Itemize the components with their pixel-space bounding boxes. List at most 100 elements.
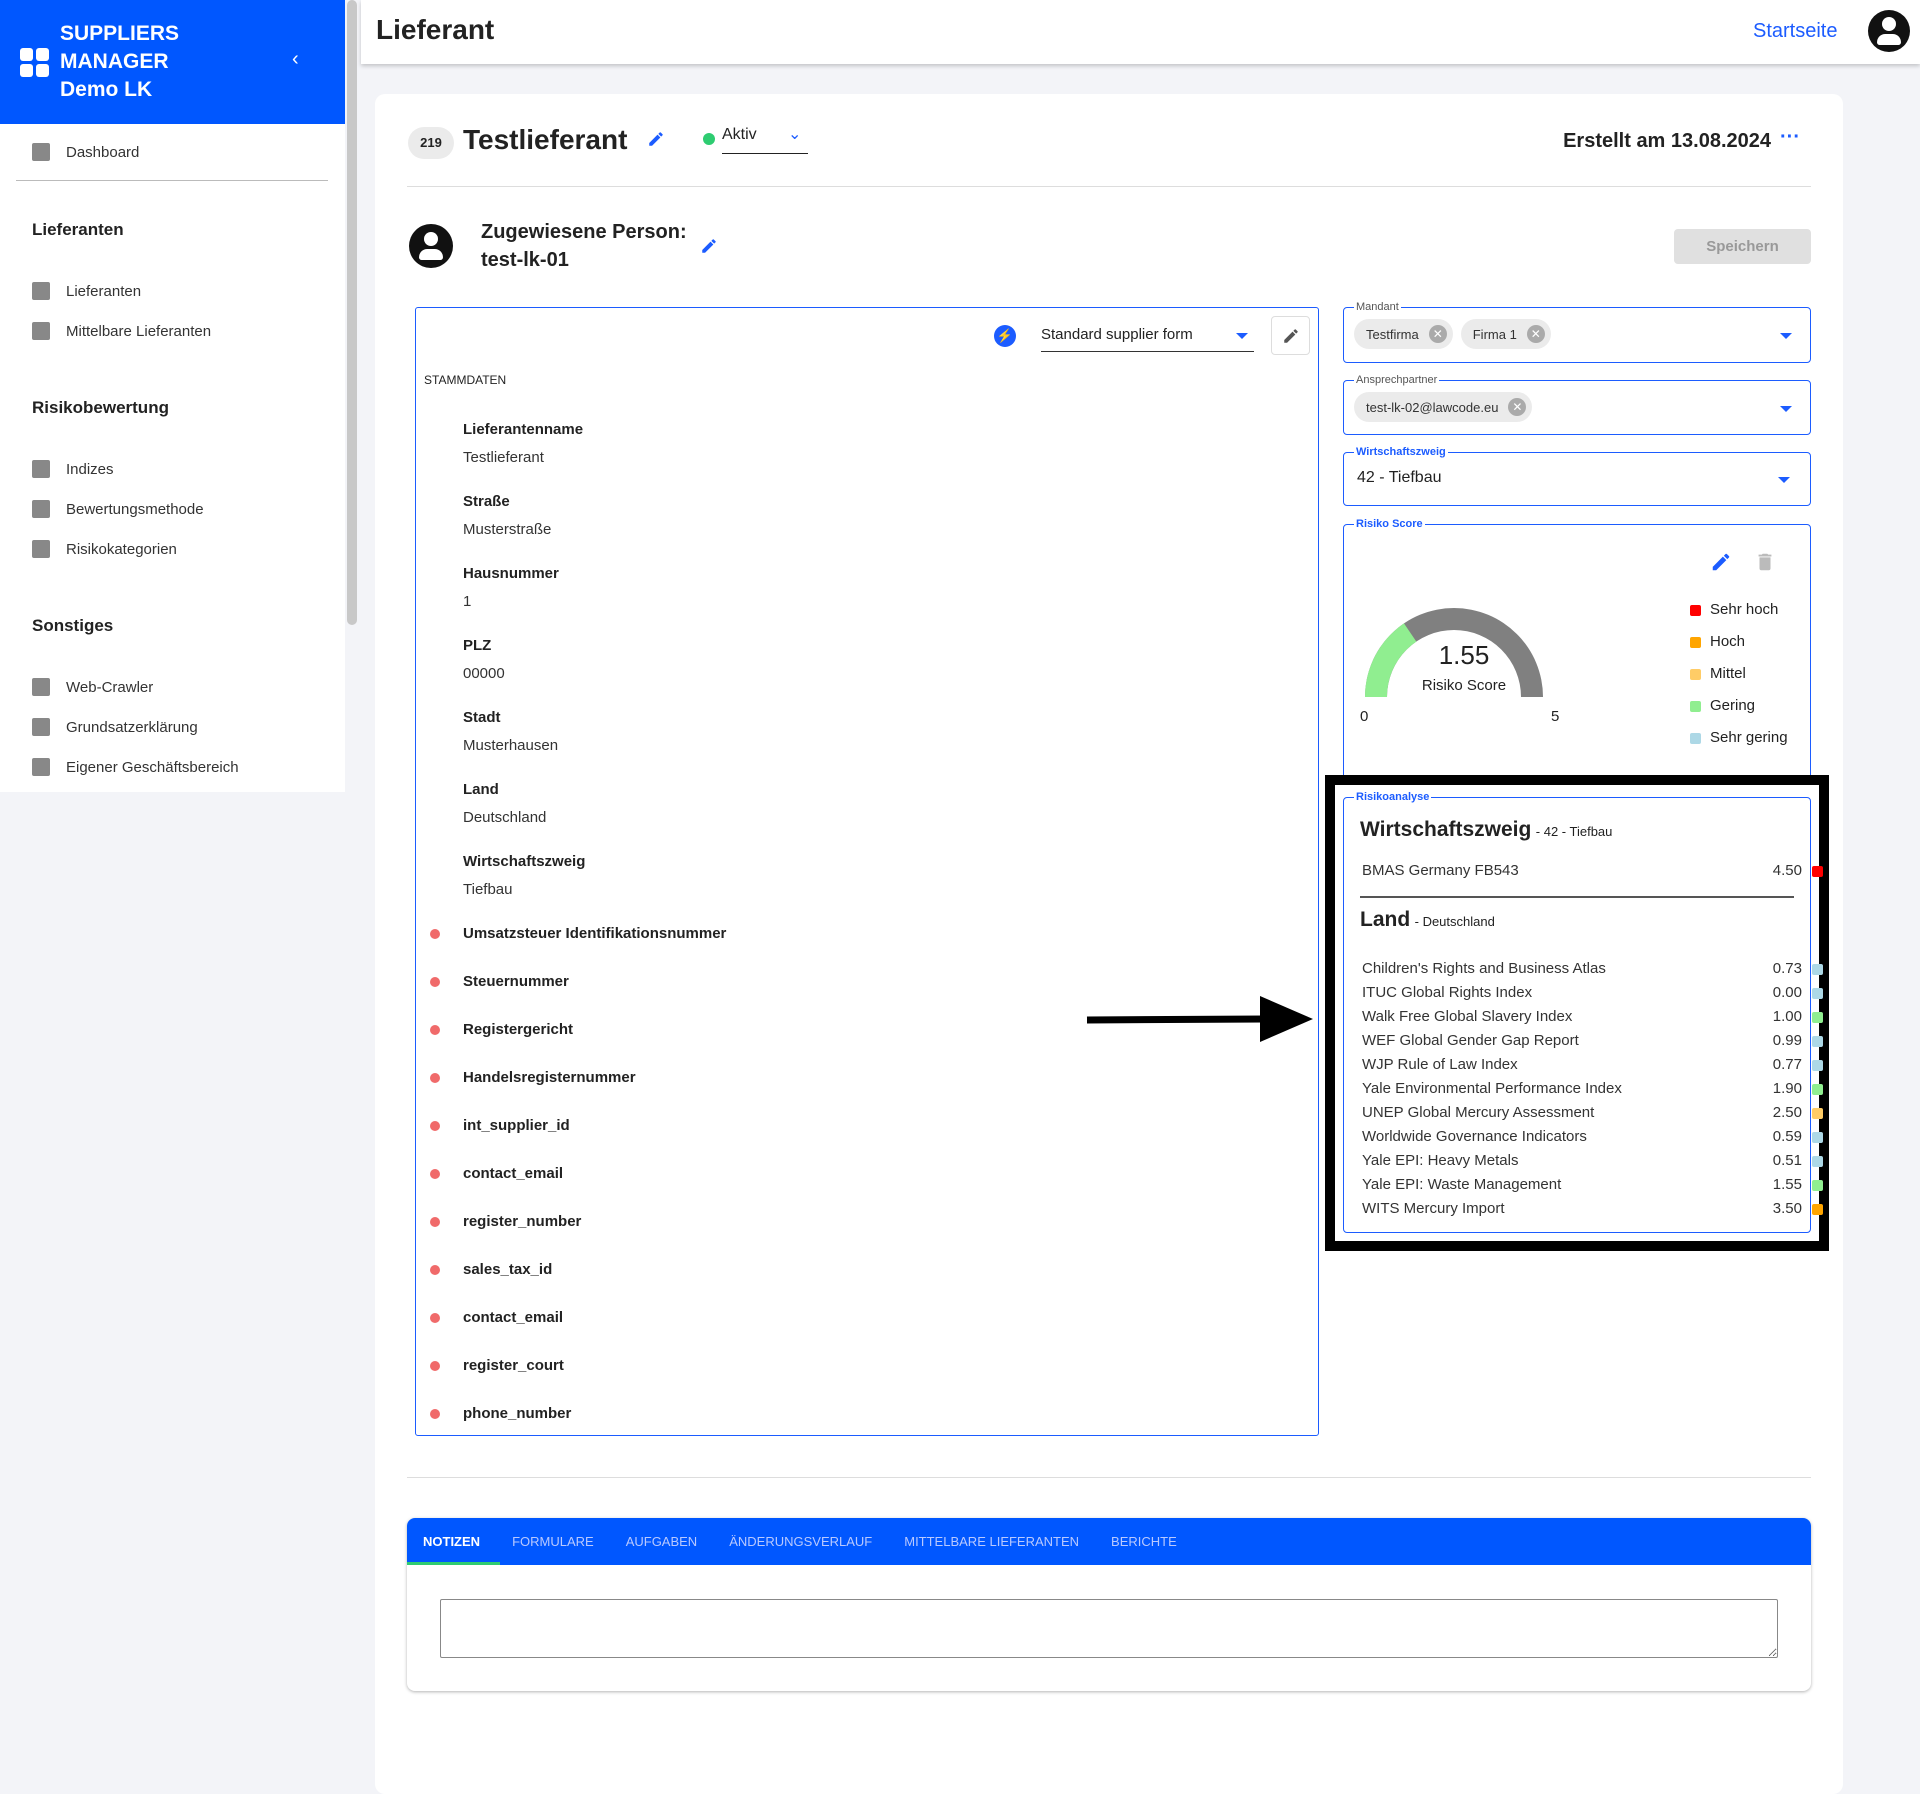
sidebar-item-label: Lieferanten	[66, 282, 142, 300]
assigned-person-label: Zugewiesene Person:	[481, 221, 687, 243]
index-value: 0.59	[1772, 1128, 1802, 1145]
chip-label: test-lk-02@lawcode.eu	[1366, 399, 1499, 415]
index-name: Yale EPI: Heavy Metals	[1362, 1152, 1519, 1169]
index-name: Yale EPI: Waste Management	[1362, 1176, 1562, 1193]
edit-assigned-pencil-icon[interactable]	[700, 237, 718, 255]
account-icon[interactable]	[1868, 10, 1910, 52]
field-value[interactable]: 00000	[463, 665, 505, 682]
missing-field-label[interactable]: contact_email	[463, 1165, 563, 1182]
tab[interactable]: ÄNDERUNGSVERLAUF	[729, 1534, 872, 1549]
missing-field-label[interactable]: Steuernummer	[463, 973, 569, 990]
sidebar-item[interactable]: Eigener Geschäftsbereich	[32, 758, 239, 776]
index-value: 0.99	[1772, 1032, 1802, 1049]
index-name: BMAS Germany FB543	[1362, 862, 1519, 879]
sidebar-item-icon	[32, 322, 50, 340]
missing-field-label[interactable]: Handelsregisternummer	[463, 1069, 636, 1086]
sidebar-item-label: Indizes	[66, 460, 114, 478]
industry-select[interactable]: Wirtschaftszweig 42 - Tiefbau	[1343, 445, 1811, 506]
sidebar-item[interactable]: Web-Crawler	[32, 678, 153, 696]
supplier-id-badge: 219	[408, 127, 454, 159]
status-select[interactable]: Aktiv ⌄	[722, 124, 808, 154]
index-name: ITUC Global Rights Index	[1362, 984, 1533, 1001]
sidebar-item-label: Bewertungsmethode	[66, 500, 204, 518]
missing-indicator-icon	[430, 1217, 440, 1227]
index-name: WEF Global Gender Gap Report	[1362, 1032, 1579, 1049]
sidebar-item[interactable]: Bewertungsmethode	[32, 500, 204, 518]
edit-name-pencil-icon[interactable]	[647, 130, 665, 148]
sidebar-item[interactable]: Lieferanten	[32, 282, 141, 300]
tab[interactable]: AUFGABEN	[626, 1534, 698, 1549]
risk-analysis-panel: Risikoanalyse Wirtschaftszweig - 42 - Ti…	[1343, 790, 1823, 1233]
missing-field-label[interactable]: register_number	[463, 1213, 581, 1230]
top-bar: Lieferant Startseite	[361, 0, 1920, 64]
sidebar-item-label: Grundsatzerklärung	[66, 718, 198, 736]
sidebar-item[interactable]: Indizes	[32, 460, 114, 478]
remove-chip-icon[interactable]: ✕	[1428, 325, 1447, 343]
chip: Firma 1 ✕	[1460, 319, 1551, 349]
missing-indicator-icon	[430, 1169, 440, 1179]
gauge-max: 5	[1551, 708, 1560, 725]
assigned-person-value: test-lk-01	[481, 249, 569, 271]
missing-indicator-icon	[430, 1025, 440, 1035]
contact-label: Ansprechpartner	[1354, 373, 1440, 387]
missing-field-label[interactable]: Registergericht	[463, 1021, 573, 1038]
field-value[interactable]: 1	[463, 593, 471, 610]
risk-level-swatch	[1812, 1156, 1823, 1167]
sidebar-item-dashboard[interactable]: Dashboard	[32, 143, 139, 161]
missing-field-label[interactable]: contact_email	[463, 1309, 563, 1326]
remove-chip-icon[interactable]: ✕	[1526, 325, 1545, 343]
index-row: Yale EPI: Heavy Metals 0.51	[1362, 1152, 1802, 1172]
industry-heading: Wirtschaftszweig	[1360, 818, 1532, 841]
contact-select[interactable]: Ansprechpartner test-lk-02@lawcode.eu ✕	[1343, 373, 1811, 435]
index-value: 4.50	[1772, 862, 1802, 879]
index-name: Children's Rights and Business Atlas	[1362, 960, 1606, 977]
sidebar-scrollbar[interactable]	[347, 0, 357, 625]
sidebar-item-icon	[32, 758, 50, 776]
home-link[interactable]: Startseite	[1753, 20, 1837, 43]
save-button[interactable]: Speichern	[1674, 229, 1811, 264]
index-value: 0.00	[1772, 984, 1802, 1001]
legend-swatch	[1690, 669, 1701, 680]
tab[interactable]: FORMULARE	[512, 1534, 594, 1549]
more-options-icon[interactable]: ···	[1780, 126, 1800, 149]
tab[interactable]: MITTELBARE LIEFERANTEN	[904, 1534, 1079, 1549]
field-value[interactable]: Testlieferant	[463, 449, 544, 466]
remove-chip-icon[interactable]: ✕	[1508, 398, 1527, 416]
field-value[interactable]: Deutschland	[463, 809, 546, 826]
sidebar-item[interactable]: Mittelbare Lieferanten	[32, 322, 211, 340]
tabs-panel: NOTIZEN FORMULARE AUFGABEN ÄNDERUNGSVERLAUF…	[407, 1518, 1811, 1691]
page-title: Lieferant	[376, 14, 495, 45]
missing-indicator-icon	[430, 1121, 440, 1131]
collapse-sidebar-chevron-icon[interactable]: ‹	[292, 48, 299, 71]
field-value[interactable]: Musterstraße	[463, 521, 551, 538]
chip: test-lk-02@lawcode.eu ✕	[1354, 392, 1533, 422]
sidebar-item-icon	[32, 718, 50, 736]
caret-down-icon	[1780, 406, 1792, 412]
tab[interactable]: NOTIZEN	[423, 1534, 480, 1549]
field-value[interactable]: Tiefbau	[463, 881, 512, 898]
edit-score-pencil-icon[interactable]	[1710, 551, 1732, 573]
delete-score-trash-icon[interactable]	[1754, 551, 1776, 573]
field-value[interactable]: Musterhausen	[463, 737, 558, 754]
form-template-select[interactable]: Standard supplier form	[1041, 320, 1254, 352]
index-value: 0.77	[1772, 1056, 1802, 1073]
industry-subheading: - 42 - Tiefbau	[1535, 824, 1613, 839]
app-logo-icon	[20, 48, 50, 78]
missing-field-label[interactable]: int_supplier_id	[463, 1117, 570, 1134]
index-value: 1.90	[1772, 1080, 1802, 1097]
missing-field-label[interactable]: register_court	[463, 1357, 564, 1374]
created-date: Erstellt am 13.08.2024	[1563, 130, 1771, 152]
missing-indicator-icon	[430, 1409, 440, 1419]
sidebar-item[interactable]: Risikokategorien	[32, 540, 177, 558]
legend-swatch	[1690, 637, 1701, 648]
missing-field-label[interactable]: Umsatzsteuer Identifikationsnummer	[463, 925, 726, 942]
mandant-select[interactable]: Mandant Testfirma ✕ Firma 1 ✕	[1343, 300, 1811, 363]
tab[interactable]: BERICHTE	[1111, 1534, 1177, 1549]
risk-score-caption: Risiko Score	[1421, 677, 1507, 694]
notes-textarea[interactable]	[440, 1599, 1778, 1658]
caret-down-icon	[1236, 333, 1248, 339]
missing-field-label[interactable]: sales_tax_id	[463, 1261, 552, 1278]
missing-field-label[interactable]: phone_number	[463, 1405, 571, 1422]
edit-form-button[interactable]	[1271, 316, 1310, 355]
sidebar-item[interactable]: Grundsatzerklärung	[32, 718, 198, 736]
